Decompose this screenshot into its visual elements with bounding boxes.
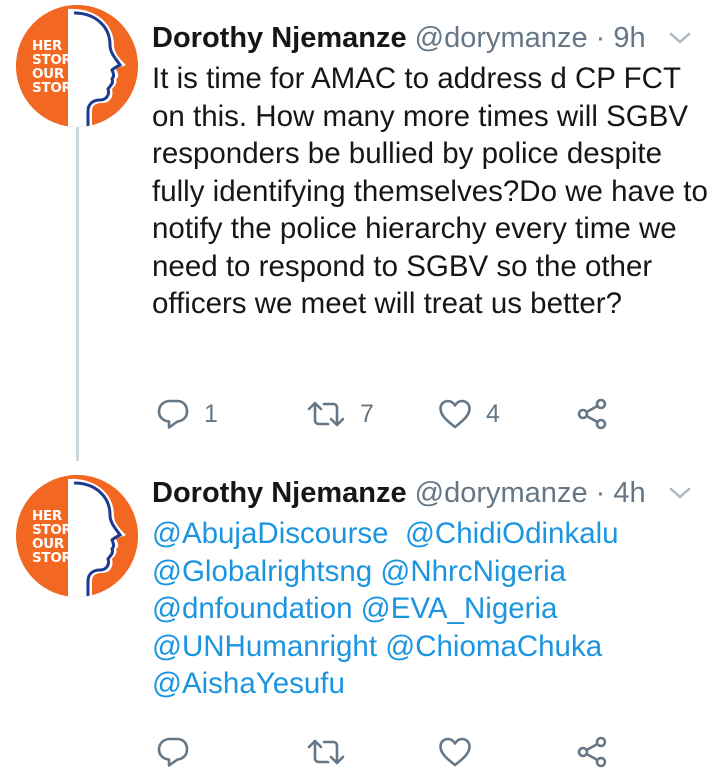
share-button[interactable]	[576, 732, 608, 772]
avatar-text-line: HER	[32, 508, 63, 524]
like-icon	[439, 737, 471, 767]
avatar[interactable]: HER STORY OUR STORY●	[16, 5, 138, 127]
share-icon	[577, 736, 607, 768]
like-button[interactable]: 4	[438, 394, 500, 434]
mention-link[interactable]: @AishaYesufu	[152, 667, 345, 700]
reply-button[interactable]: 1	[156, 394, 218, 434]
retweet-icon	[307, 739, 345, 765]
avatar-text-line: STORY	[32, 522, 81, 538]
mention-link[interactable]: @AbujaDiscourse	[152, 517, 389, 550]
chevron-down-icon[interactable]	[668, 485, 692, 501]
tweet-text: It is time for AMAC to address d CP FCT …	[152, 62, 708, 320]
tweet-actions	[156, 732, 656, 772]
tweet-timestamp[interactable]: 4h	[613, 477, 645, 509]
mention-link[interactable]: @dnfoundation	[152, 592, 353, 625]
tweet-header: Dorothy Njemanze @dorymanze · 9h	[152, 20, 700, 56]
separator-dot: ·	[595, 477, 606, 509]
author-name[interactable]: Dorothy Njemanze	[152, 477, 407, 509]
mention-link[interactable]: @Globalrightsng	[152, 555, 372, 588]
share-button[interactable]	[576, 394, 608, 434]
tweet-timestamp[interactable]: 9h	[613, 22, 645, 54]
circle-dot-icon: ●	[81, 84, 89, 93]
avatar-text-line: STORY	[32, 52, 81, 68]
retweet-icon	[307, 401, 345, 427]
avatar-text: HER STORY OUR STORY●	[32, 509, 88, 566]
tweet-actions: 1 7 4	[156, 394, 656, 434]
avatar-text-line: OUR	[32, 66, 64, 82]
reply-count: 1	[204, 400, 218, 428]
mention-link[interactable]: @EVA_Nigeria	[361, 592, 558, 625]
author-name[interactable]: Dorothy Njemanze	[152, 22, 407, 54]
mention-link[interactable]: @ChiomaChuka	[385, 630, 602, 663]
circle-dot-icon: ●	[81, 554, 89, 563]
share-icon	[577, 398, 607, 430]
mention-link[interactable]: @ChidiOdinkalu	[405, 517, 619, 550]
like-count: 4	[486, 400, 500, 428]
like-button[interactable]	[438, 732, 486, 772]
tweet[interactable]: HER STORY OUR STORY● Dorothy Njemanze @d…	[0, 462, 720, 778]
reply-button[interactable]	[156, 732, 204, 772]
separator-dot: ·	[595, 22, 606, 54]
tweet[interactable]: HER STORY OUR STORY● Dorothy Njemanze @d…	[0, 0, 720, 460]
chevron-down-icon[interactable]	[668, 30, 692, 46]
retweet-button[interactable]: 7	[306, 394, 374, 434]
author-handle[interactable]: @dorymanze	[415, 477, 588, 509]
avatar-text-line: STORY	[32, 550, 81, 566]
avatar-text-line: OUR	[32, 536, 64, 552]
like-icon	[439, 399, 471, 429]
mention-link[interactable]: @NhrcNigeria	[380, 555, 566, 588]
tweet-header: Dorothy Njemanze @dorymanze · 4h	[152, 475, 700, 511]
avatar-text-line: STORY	[32, 80, 81, 96]
tweet-text: @AbujaDiscourse @ChidiOdinkalu @Globalri…	[152, 515, 692, 703]
reply-icon	[157, 737, 189, 767]
retweet-button[interactable]	[306, 732, 360, 772]
retweet-count: 7	[360, 400, 374, 428]
avatar[interactable]: HER STORY OUR STORY●	[16, 475, 138, 597]
avatar-text: HER STORY OUR STORY●	[32, 39, 88, 96]
author-handle[interactable]: @dorymanze	[415, 22, 588, 54]
reply-icon	[157, 399, 189, 429]
avatar-text-line: HER	[32, 38, 63, 54]
mention-link[interactable]: @UNHumanright	[152, 630, 377, 663]
